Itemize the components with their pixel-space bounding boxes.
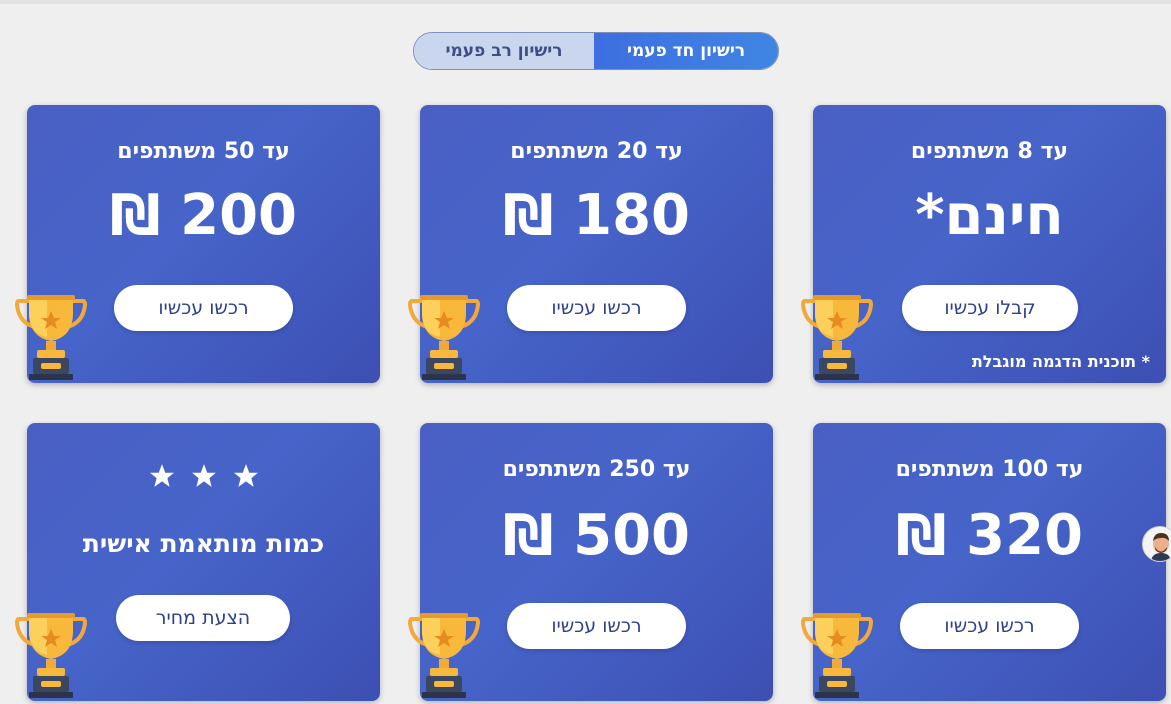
demo-plan-note: * תוכנית הדגמה מוגבלת: [971, 352, 1150, 371]
star-icon: [233, 464, 258, 487]
plan-participants: עד 100 משתתפים: [895, 457, 1084, 482]
buy-now-button[interactable]: רכשו עכשיו: [114, 285, 293, 331]
plan-participants: עד 50 משתתפים: [117, 139, 290, 164]
plan-price: חינם*: [915, 183, 1064, 248]
trophy-icon: [14, 613, 88, 698]
custom-quantity-title: כמות מותאמת אישית: [82, 529, 325, 558]
plan-card-100: עד 100 משתתפים 320 ₪ רכשו עכשיו: [800, 423, 1166, 701]
plan-price: 200 ₪: [109, 183, 298, 248]
plan-card-20: עד 20 משתתפים 180 ₪ רכשו עכשיו: [407, 105, 773, 383]
plan-card-custom: כמות מותאמת אישית הצעת מחיר: [14, 423, 380, 701]
license-toggle[interactable]: רישיון רב פעמי רישיון חד פעמי: [413, 32, 779, 70]
price-quote-button[interactable]: הצעת מחיר: [116, 595, 290, 641]
agent-face-icon: [1143, 527, 1171, 561]
plan-participants: עד 20 משתתפים: [510, 139, 683, 164]
plan-price: 500 ₪: [502, 503, 691, 568]
star-icon: [191, 464, 216, 487]
trophy-icon: [800, 295, 874, 380]
trophy-icon: [407, 613, 481, 698]
buy-now-button[interactable]: רכשו עכשיו: [900, 603, 1079, 649]
support-agent-avatar[interactable]: [1142, 526, 1171, 562]
plan-price: 320 ₪: [895, 503, 1084, 568]
plan-participants: עד 250 משתתפים: [502, 457, 691, 482]
plan-card-250: עד 250 משתתפים 500 ₪ רכשו עכשיו: [407, 423, 773, 701]
star-icon: [149, 464, 174, 487]
trophy-icon: [407, 295, 481, 380]
top-strip: [0, 0, 1171, 4]
trophy-icon: [800, 613, 874, 698]
trophy-icon: [14, 295, 88, 380]
plan-card-8: עד 8 משתתפים חינם* קבלו עכשיו * תוכנית ה…: [800, 105, 1166, 383]
plan-participants: עד 8 משתתפים: [910, 139, 1069, 164]
buy-now-button[interactable]: רכשו עכשיו: [507, 603, 686, 649]
toggle-multi-use[interactable]: רישיון רב פעמי: [414, 33, 595, 69]
plan-card-50: עד 50 משתתפים 200 ₪ רכשו עכשיו: [14, 105, 380, 383]
buy-now-button[interactable]: רכשו עכשיו: [507, 285, 686, 331]
toggle-single-use[interactable]: רישיון חד פעמי: [594, 33, 778, 69]
plan-price: 180 ₪: [502, 183, 691, 248]
get-now-button[interactable]: קבלו עכשיו: [902, 285, 1078, 331]
rating-stars: [27, 463, 380, 489]
